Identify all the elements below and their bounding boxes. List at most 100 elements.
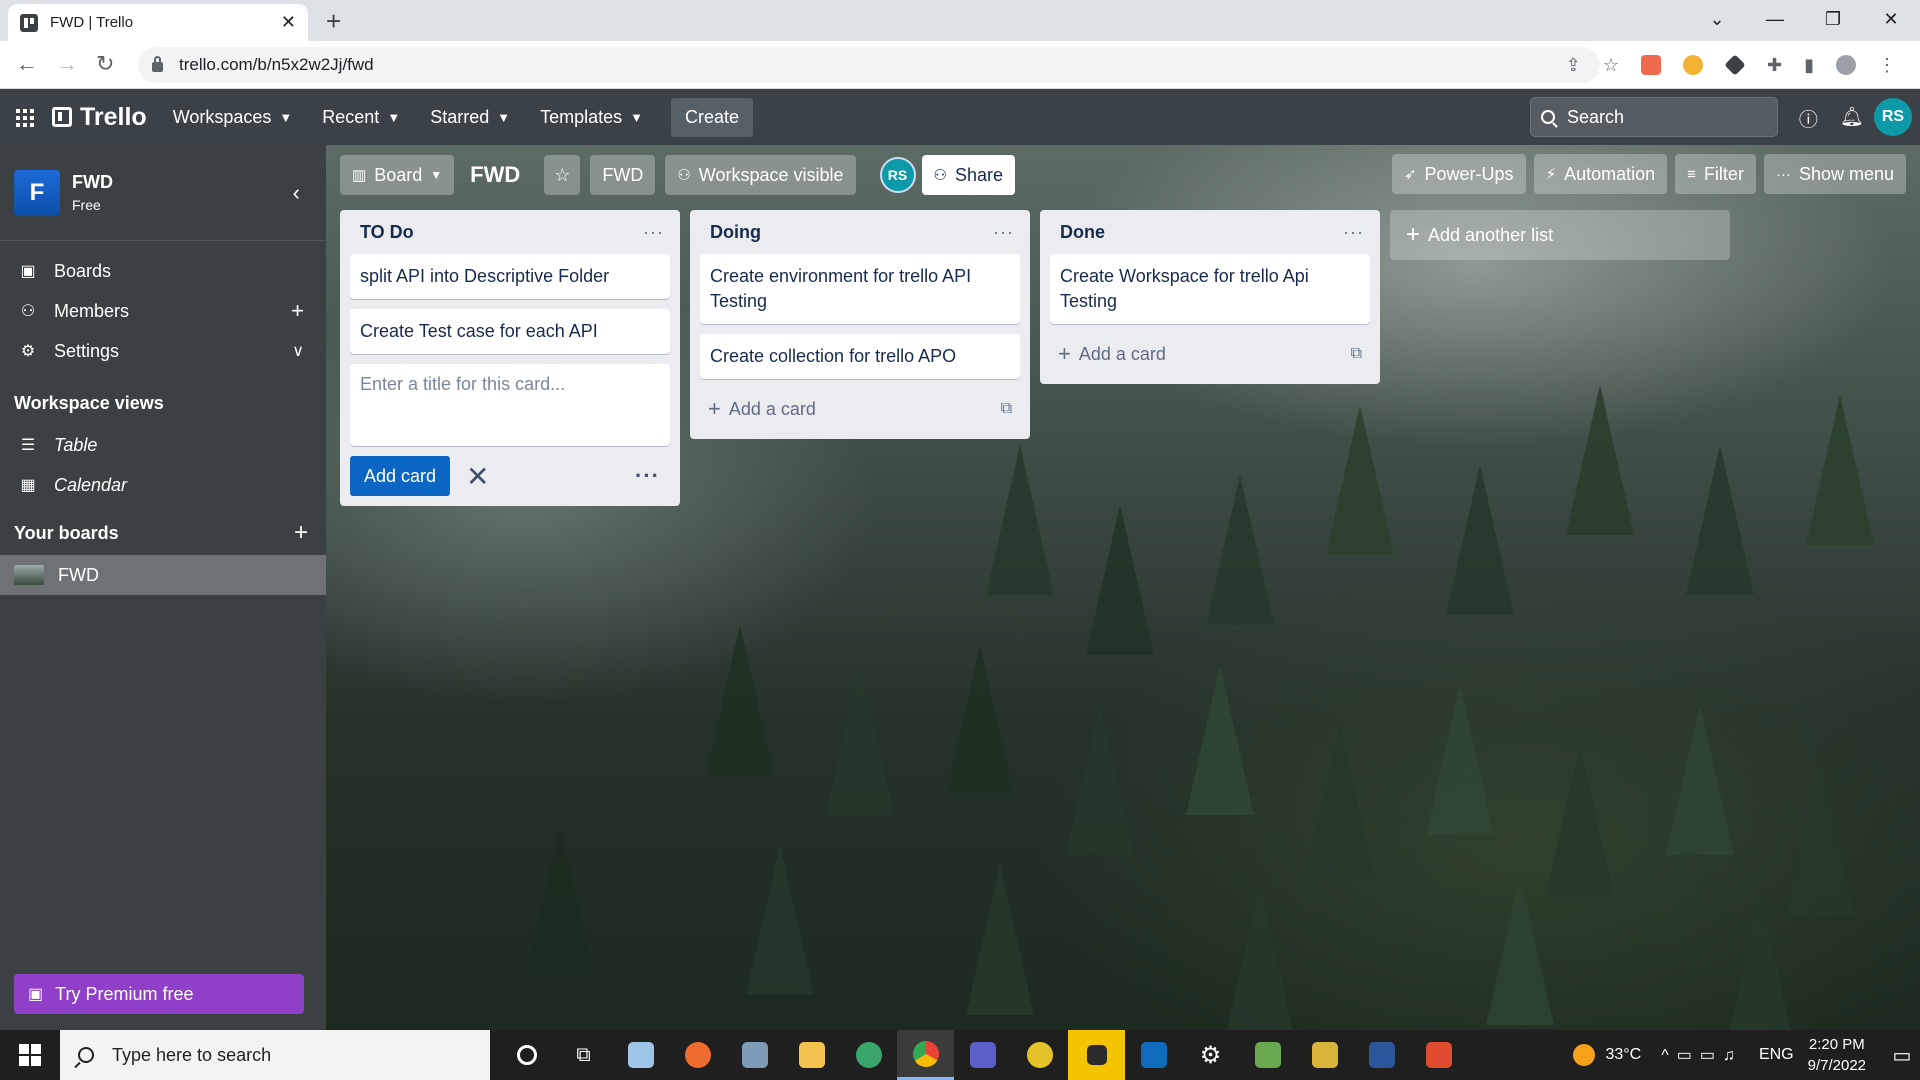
profile-avatar-icon[interactable] (1836, 55, 1856, 75)
board-view-switcher[interactable]: ▥ Board ▼ (340, 155, 455, 195)
sidebar-item-members[interactable]: ⚇ Members + (0, 291, 326, 331)
taskbar-search-input[interactable]: Type here to search (60, 1030, 490, 1080)
add-member-icon[interactable]: + (291, 298, 312, 324)
list-title[interactable]: TO Do (360, 222, 643, 243)
photos-icon[interactable] (726, 1030, 783, 1080)
collapse-sidebar-icon[interactable]: ‹ (293, 180, 300, 206)
app-icon[interactable] (1239, 1030, 1296, 1080)
app-icon[interactable] (1011, 1030, 1068, 1080)
cortana-icon[interactable] (498, 1030, 555, 1080)
language-indicator[interactable]: ENG (1759, 1046, 1794, 1064)
url-field[interactable]: trello.com/b/n5x2w2Jj/fwd (138, 47, 1600, 83)
list-actions-icon[interactable]: ··· (993, 222, 1020, 243)
close-window-button[interactable]: ✕ (1862, 0, 1920, 41)
add-board-icon[interactable]: + (294, 519, 312, 547)
card-title-input[interactable] (360, 374, 660, 436)
app-icon[interactable] (612, 1030, 669, 1080)
card[interactable]: Create collection for trello APO (700, 334, 1020, 379)
sidebar-item-calendar[interactable]: ▦ Calendar (0, 465, 326, 505)
tab-close-button[interactable]: ✕ (281, 12, 296, 33)
workspace-name[interactable]: FWD (72, 172, 113, 193)
settings-icon[interactable]: ⚙ (1182, 1030, 1239, 1080)
list-title[interactable]: Done (1060, 222, 1343, 243)
board-title[interactable]: FWD (464, 162, 536, 188)
temperature[interactable]: 33°C (1605, 1046, 1641, 1064)
share-page-icon[interactable]: ⇪ (1566, 55, 1581, 76)
postman-icon[interactable] (669, 1030, 726, 1080)
show-menu-button[interactable]: ··· Show menu (1763, 154, 1906, 194)
clock[interactable]: 2:20 PM 9/7/2022 (1808, 1034, 1866, 1076)
info-icon[interactable]: ⓘ (1799, 105, 1818, 132)
menu-starred[interactable]: Starred ▼ (418, 99, 522, 136)
visibility-button[interactable]: ⚇ Workspace visible (665, 155, 856, 195)
card[interactable]: split API into Descriptive Folder (350, 254, 670, 299)
trello-logo[interactable]: Trello (52, 103, 147, 132)
extension-icon[interactable] (1724, 54, 1746, 76)
notification-bell-icon[interactable]: 🔔︎ (1840, 105, 1864, 132)
app-icon[interactable] (1296, 1030, 1353, 1080)
side-panel-icon[interactable]: ▮ (1804, 55, 1814, 76)
app-icon[interactable] (1410, 1030, 1467, 1080)
app-switcher-icon[interactable] (8, 101, 40, 133)
word-icon[interactable] (1353, 1030, 1410, 1080)
list-actions-icon[interactable]: ··· (643, 222, 670, 243)
chevron-down-icon[interactable]: ∨ (292, 341, 312, 361)
bookmark-star-icon[interactable]: ☆ (1603, 55, 1619, 76)
tray-icons[interactable]: ^▭▭♫ (1661, 1045, 1743, 1065)
puzzle-extensions-icon[interactable]: ✚ (1767, 55, 1782, 76)
menu-workspaces[interactable]: Workspaces ▼ (161, 99, 305, 136)
weather-sun-icon[interactable] (1573, 1044, 1596, 1066)
filter-button[interactable]: ≡ Filter (1675, 154, 1756, 194)
file-explorer-icon[interactable] (783, 1030, 840, 1080)
menu-recent[interactable]: Recent ▼ (310, 99, 412, 136)
workspace-badge[interactable]: F (14, 169, 60, 216)
chrome-icon[interactable] (897, 1030, 954, 1080)
reload-icon[interactable]: ↻ (96, 51, 114, 77)
add-another-list-button[interactable]: + Add another list (1390, 210, 1730, 260)
add-card-button[interactable]: Add card (350, 456, 451, 496)
card[interactable]: Create Test case for each API (350, 309, 670, 354)
minimize-button[interactable]: — (1746, 0, 1804, 41)
tab-search-button[interactable]: ⌄ (1688, 0, 1746, 41)
sidebar-board-fwd[interactable]: FWD (0, 555, 326, 595)
list-actions-icon[interactable]: ··· (1343, 222, 1370, 243)
menu-templates[interactable]: Templates ▼ (528, 99, 655, 136)
try-premium-button[interactable]: ▣ Try Premium free (14, 974, 304, 1014)
sticky-notes-icon[interactable] (1068, 1030, 1125, 1080)
header-search-input[interactable]: Search (1530, 97, 1778, 137)
board-member-avatar[interactable]: RS (879, 157, 916, 193)
sidebar-item-settings[interactable]: ⚙ Settings ∨ (0, 331, 326, 371)
power-ups-button[interactable]: ➶ Power-Ups (1391, 154, 1526, 194)
share-button[interactable]: ⚇ Share (921, 155, 1016, 195)
browser-globe-icon[interactable] (840, 1030, 897, 1080)
extension-icon[interactable] (1683, 55, 1703, 75)
browser-tab[interactable]: FWD | Trello ✕ (8, 4, 308, 41)
automation-button[interactable]: ⚡︎ Automation (1533, 154, 1668, 194)
new-tab-button[interactable]: + (326, 6, 341, 37)
windows-start-icon[interactable] (0, 1030, 60, 1080)
add-card-row[interactable]: + Add a card ⧉ (700, 389, 1020, 429)
extension-icon[interactable] (1641, 55, 1661, 75)
more-options-icon[interactable]: ··· (635, 463, 670, 489)
back-arrow-icon[interactable]: ← (16, 51, 38, 77)
forward-arrow-icon[interactable]: → (56, 51, 78, 77)
list-title[interactable]: Doing (710, 222, 993, 243)
card[interactable]: Create environment for trello API Testin… (700, 254, 1020, 324)
create-button[interactable]: Create (671, 97, 754, 137)
close-icon[interactable]: ✕ (466, 460, 489, 493)
add-card-row[interactable]: + Add a card ⧉ (1050, 334, 1370, 374)
card-template-icon[interactable]: ⧉ (1351, 345, 1362, 363)
card[interactable]: Create Workspace for trello Api Testing (1050, 254, 1370, 324)
browser-menu-icon[interactable]: ⋮ (1878, 55, 1896, 76)
restore-button[interactable]: ❐ (1804, 0, 1862, 41)
outlook-icon[interactable] (1125, 1030, 1182, 1080)
task-view-icon[interactable]: ⧉ (555, 1030, 612, 1080)
sidebar-item-boards[interactable]: ▣ Boards (0, 251, 326, 291)
teams-icon[interactable] (954, 1030, 1011, 1080)
card-template-icon[interactable]: ⧉ (1001, 400, 1012, 418)
notification-center-icon[interactable]: ▭ (1884, 1043, 1920, 1068)
star-board-button[interactable]: ☆ (544, 155, 581, 195)
user-avatar[interactable]: RS (1874, 98, 1912, 136)
workspace-chip[interactable]: FWD (590, 155, 656, 195)
sidebar-item-table[interactable]: ☰ Table (0, 425, 326, 465)
